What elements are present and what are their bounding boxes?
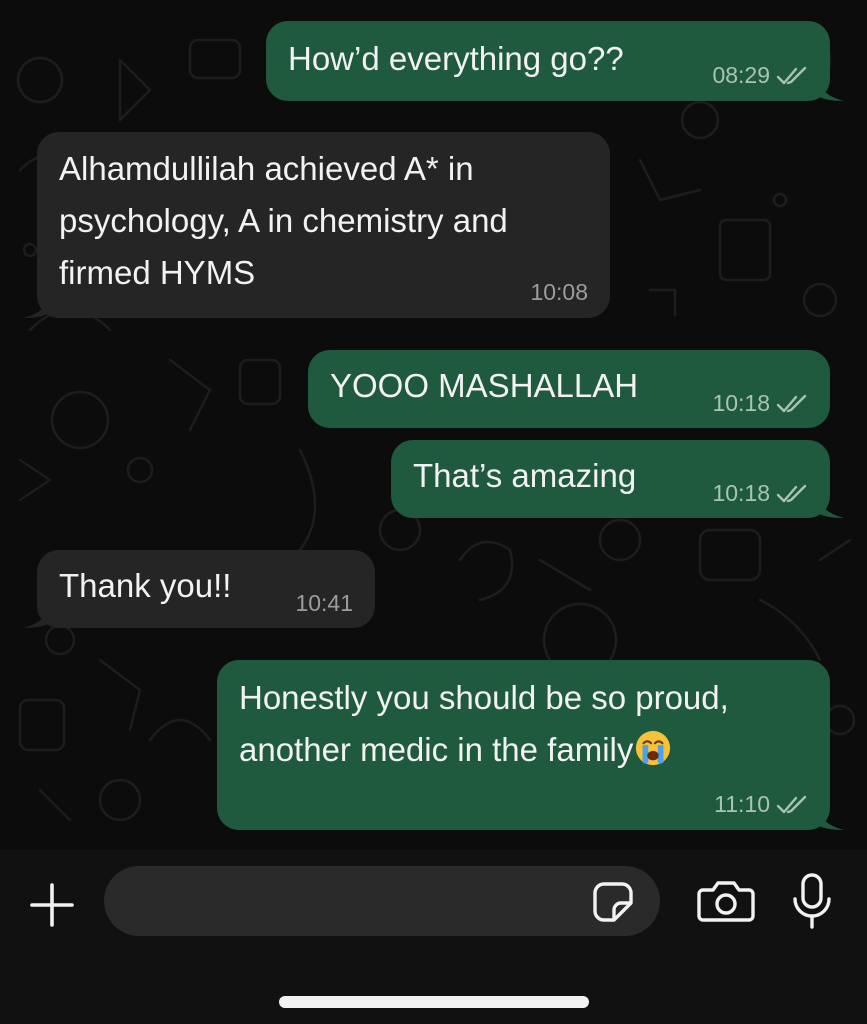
read-ticks-icon [776, 394, 807, 413]
message-input[interactable] [104, 866, 660, 936]
bubble-tail [23, 604, 51, 628]
microphone-icon[interactable] [790, 872, 834, 930]
message-bubble-outgoing[interactable]: How’d everything go?? 08:29 [266, 21, 844, 101]
message-text: That’s amazing [413, 457, 637, 494]
message-time: 10:18 [712, 480, 770, 506]
message-time: 11:10 [714, 791, 770, 817]
message-text: psychology, A in chemistry and [59, 202, 508, 239]
message-meta: 10:18 [712, 389, 808, 417]
message-bubble-incoming[interactable]: Alhamdullilah achieved A* in psychology,… [23, 132, 610, 318]
message-text: Alhamdullilah achieved A* in [59, 150, 474, 187]
message-meta: 10:18 [712, 479, 808, 507]
message-bubble-outgoing[interactable]: That’s amazing 10:18 [391, 440, 844, 518]
bubble-tail [816, 494, 844, 518]
message-bubble-incoming[interactable]: Thank you!! 10:41 [23, 550, 375, 628]
read-ticks-icon [776, 66, 807, 85]
bubble-tail [23, 294, 51, 318]
message-text: YOOO MASHALLAH [330, 367, 639, 404]
message-bubble-outgoing[interactable]: Honestly you should be so proud, another… [217, 660, 844, 830]
home-indicator[interactable] [279, 996, 589, 1008]
message-text-with-emoji: another medic in the family [239, 724, 672, 776]
bubble-tail [816, 77, 844, 101]
read-ticks-icon [776, 484, 807, 503]
read-ticks-icon [776, 795, 807, 814]
message-time: 10:18 [712, 390, 770, 416]
camera-icon[interactable] [697, 878, 755, 924]
message-time: 10:41 [295, 590, 353, 616]
message-meta: 11:10 [714, 790, 808, 818]
message-text: Thank you!! [59, 567, 232, 604]
message-text: Honestly you should be so proud, [239, 679, 729, 716]
message-time: 08:29 [712, 62, 770, 88]
chat-screen: How’d everything go?? 08:29 Alhamdullila… [0, 0, 867, 1024]
message-meta: 08:29 [712, 61, 808, 89]
message-text: firmed HYMS [59, 254, 256, 291]
sticker-icon[interactable] [592, 881, 634, 923]
loudly-crying-face-icon [636, 730, 671, 766]
message-text: How’d everything go?? [288, 40, 624, 77]
message-bubble-outgoing[interactable]: YOOO MASHALLAH 10:18 [308, 350, 830, 428]
message-time: 10:08 [530, 279, 588, 305]
message-text: another medic in the family [239, 731, 634, 768]
bubble-tail [816, 806, 844, 830]
plus-icon[interactable] [27, 880, 77, 930]
